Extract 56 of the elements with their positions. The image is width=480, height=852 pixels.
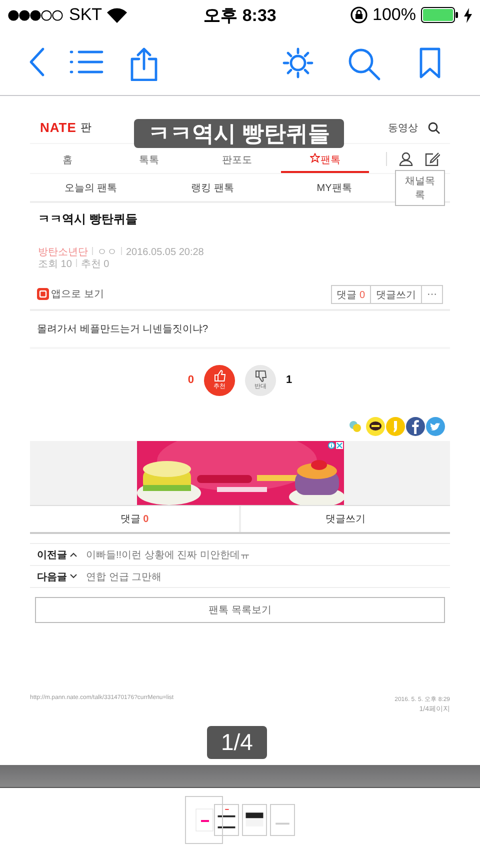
twitter-icon[interactable] [426, 416, 445, 436]
user-icon[interactable] [399, 152, 413, 166]
channel-list-button[interactable]: 채널목록 [395, 170, 446, 206]
thumbs-down-icon [254, 370, 266, 382]
app-icon [37, 288, 49, 300]
battery-percent: 100% [372, 5, 416, 25]
recommend-count: 0 [188, 374, 194, 386]
view-count: 조회 10 [38, 259, 72, 270]
edit-icon[interactable] [425, 152, 440, 166]
search-icon[interactable] [428, 122, 440, 134]
bookmark-icon[interactable] [419, 47, 441, 79]
adjacent-post-link[interactable]: 연합 언급 그만해 [86, 570, 162, 584]
page-scrubber[interactable] [0, 765, 480, 788]
adjacent-label: 이전글 [37, 548, 67, 562]
battery-icon [421, 7, 459, 23]
facebook-icon[interactable] [406, 416, 425, 436]
page-thumbnail[interactable] [185, 796, 223, 844]
more-button[interactable]: ··· [421, 284, 443, 304]
post-body: 몰려가서 베플만드는거 니넨들짓이냐? [37, 323, 208, 336]
post-date: 2016.05.05 20:28 [126, 247, 204, 258]
post-list-button[interactable]: 팬톡 목록보기 [35, 597, 445, 623]
adjacent-label: 다음글 [37, 570, 67, 584]
carrier-name: SKT [69, 5, 102, 25]
clock-time: 오후 8:33 [202, 4, 278, 26]
thumbs-up-icon [214, 370, 226, 382]
write-comment-button[interactable]: 댓글쓰기 [370, 284, 422, 304]
chevron-down-icon [70, 574, 77, 579]
app-link[interactable]: 앱으로 보기 [37, 287, 104, 301]
signal-icon [8, 10, 64, 20]
share-icon[interactable] [130, 47, 158, 81]
page-thumbnail[interactable] [242, 804, 267, 836]
document-title-toast: ㅋㅋ역시 빵탄퀴들 [134, 119, 344, 148]
nickname: ㅇㅇ [97, 247, 117, 258]
page-thumbnail[interactable] [214, 804, 239, 836]
video-link[interactable]: 동영상 [388, 120, 418, 134]
wifi-icon [107, 8, 128, 22]
rotation-lock-icon [350, 6, 368, 24]
adjacent-post-link[interactable]: 이빠들!!이런 상황에 진짜 미안한데ㅠ [86, 548, 250, 562]
sub-tab[interactable]: 오늘의 팬톡 [30, 180, 152, 194]
oppose-count: 1 [286, 374, 292, 386]
back-icon[interactable] [28, 47, 46, 77]
page-thumbnail[interactable] [270, 804, 295, 836]
recommend-count: 추천 0 [80, 259, 110, 270]
nav-tab[interactable]: 홈 [30, 144, 105, 173]
sub-tab[interactable]: MY팬톡 [273, 180, 396, 194]
sub-tab[interactable]: 랭킹 팬톡 [152, 180, 274, 194]
site-logo[interactable]: NATE [40, 120, 76, 135]
page-number-toast: 1/4 [207, 726, 267, 759]
kakaotalk-icon[interactable] [366, 416, 385, 436]
chevron-up-icon [70, 552, 77, 557]
site-name: 판 [80, 121, 92, 135]
post-title: ㅋㅋ역시 빵탄퀴들 [37, 211, 138, 228]
charging-icon [464, 8, 472, 22]
star-icon [310, 153, 320, 163]
comment-button[interactable]: 댓글 0 [330, 284, 371, 304]
brightness-icon[interactable] [282, 47, 314, 79]
